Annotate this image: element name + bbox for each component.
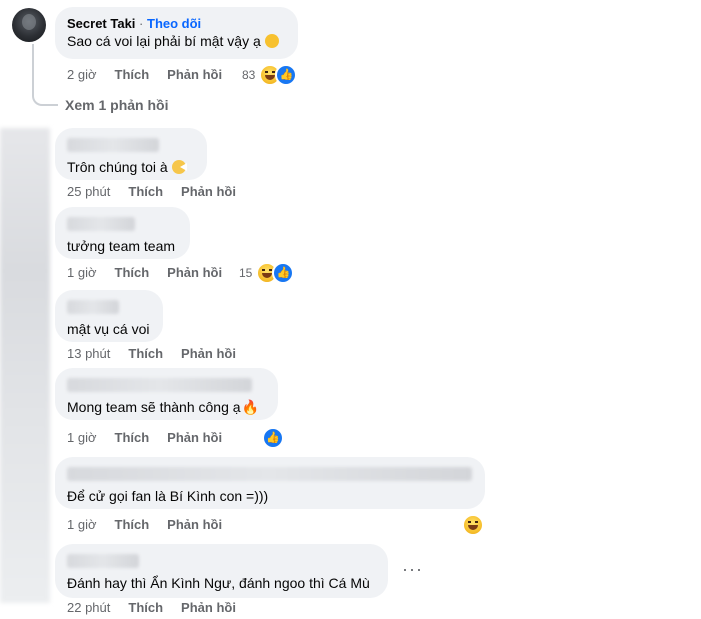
like-button[interactable]: Thích <box>128 600 163 615</box>
haha-emoji-icon <box>462 514 484 536</box>
comment-text: Để cử gọi fan là Bí Kình con =))) <box>67 488 269 504</box>
comment-actions: 1 giờ Thích Phản hồi <box>67 430 240 445</box>
like-button[interactable]: Thích <box>128 346 163 361</box>
comment-actions: 13 phút Thích Phản hồi <box>67 346 254 361</box>
comment-text: Trôn chúng toi à <box>67 159 168 175</box>
like-button[interactable]: Thích <box>115 517 150 532</box>
view-replies-link[interactable]: Xem 1 phản hồi <box>65 97 168 113</box>
comment-bubble: tưởng team team <box>55 207 190 259</box>
comment-text: Mong team sẽ thành công ạ <box>67 399 241 415</box>
like-button[interactable]: Thích <box>128 184 163 199</box>
separator-dot: · <box>139 16 144 31</box>
reply-button[interactable]: Phản hồi <box>181 346 236 361</box>
avatar[interactable] <box>12 8 46 42</box>
fire-emoji-icon: 🔥 <box>241 399 259 415</box>
comment-author-row: Secret Taki · Theo dõi <box>67 15 286 32</box>
comment-bubble: Đánh hay thì Ẩn Kình Ngư, đánh ngoo thì … <box>55 544 388 598</box>
comment-time[interactable]: 1 giờ <box>67 430 97 445</box>
follow-link[interactable]: Theo dõi <box>147 16 201 31</box>
reaction-summary[interactable]: 15 👍 <box>239 262 295 284</box>
wink-emoji-icon <box>264 34 279 48</box>
like-button[interactable]: Thích <box>115 265 150 280</box>
comment-time[interactable]: 2 giờ <box>67 67 97 82</box>
comment-time[interactable]: 13 phút <box>67 346 110 361</box>
author-name[interactable]: Secret Taki <box>67 16 135 31</box>
like-button[interactable]: Thích <box>115 67 150 82</box>
comment-bubble: Trôn chúng toi à <box>55 128 207 180</box>
more-options-icon[interactable]: ··· <box>402 559 423 580</box>
blurred-avatars <box>0 128 50 603</box>
comment-text: tưởng team team <box>67 238 176 254</box>
blurred-author-name <box>67 300 119 314</box>
comment-actions: 1 giờ Thích Phản hồi <box>67 517 240 532</box>
comment-text: Đánh hay thì Ẩn Kình Ngư, đánh ngoo thì … <box>67 575 370 591</box>
reply-button[interactable]: Phản hồi <box>167 517 222 532</box>
comment-bubble: Để cử gọi fan là Bí Kình con =))) <box>55 457 485 509</box>
comment-bubble: mật vụ cá voi <box>55 290 163 342</box>
reply-button[interactable]: Phản hồi <box>167 67 222 82</box>
reply-button[interactable]: Phản hồi <box>167 430 222 445</box>
reply-button[interactable]: Phản hồi <box>167 265 222 280</box>
comment-time[interactable]: 1 giờ <box>67 265 97 280</box>
reaction-count: 15 <box>239 266 253 280</box>
like-thumb-icon: 👍 <box>275 64 298 86</box>
comment-text: mật vụ cá voi <box>67 321 150 337</box>
pacman-emoji-icon <box>171 160 187 174</box>
comment-time[interactable]: 22 phút <box>67 600 110 615</box>
comment-actions: 22 phút Thích Phản hồi <box>67 600 254 615</box>
blurred-author-name <box>67 467 472 481</box>
reaction-summary[interactable]: 👍 <box>262 427 284 449</box>
comment-actions: 25 phút Thích Phản hồi <box>67 184 254 199</box>
blurred-author-name <box>67 138 159 152</box>
blurred-author-name <box>67 554 139 568</box>
reaction-summary[interactable]: 83 👍 <box>242 64 298 86</box>
blurred-author-name <box>67 217 135 231</box>
reaction-summary[interactable] <box>462 514 484 536</box>
comment-time[interactable]: 1 giờ <box>67 517 97 532</box>
reply-button[interactable]: Phản hồi <box>181 600 236 615</box>
comment-bubble: Mong team sẽ thành công ạ🔥 <box>55 368 278 420</box>
comment-bubble: Secret Taki · Theo dõi Sao cá voi lại ph… <box>55 7 298 59</box>
like-thumb-icon: 👍 <box>262 427 284 449</box>
blurred-author-name <box>67 378 252 392</box>
comment-actions: 1 giờ Thích Phản hồi <box>67 265 240 280</box>
like-button[interactable]: Thích <box>115 430 150 445</box>
comment-text: Sao cá voi lại phải bí mật vậy ạ <box>67 33 261 49</box>
reply-thread-line <box>32 44 58 106</box>
like-thumb-icon: 👍 <box>272 262 295 284</box>
comment-time[interactable]: 25 phút <box>67 184 110 199</box>
comment-actions: 2 giờ Thích Phản hồi <box>67 67 240 82</box>
reply-button[interactable]: Phản hồi <box>181 184 236 199</box>
reaction-count: 83 <box>242 68 256 82</box>
